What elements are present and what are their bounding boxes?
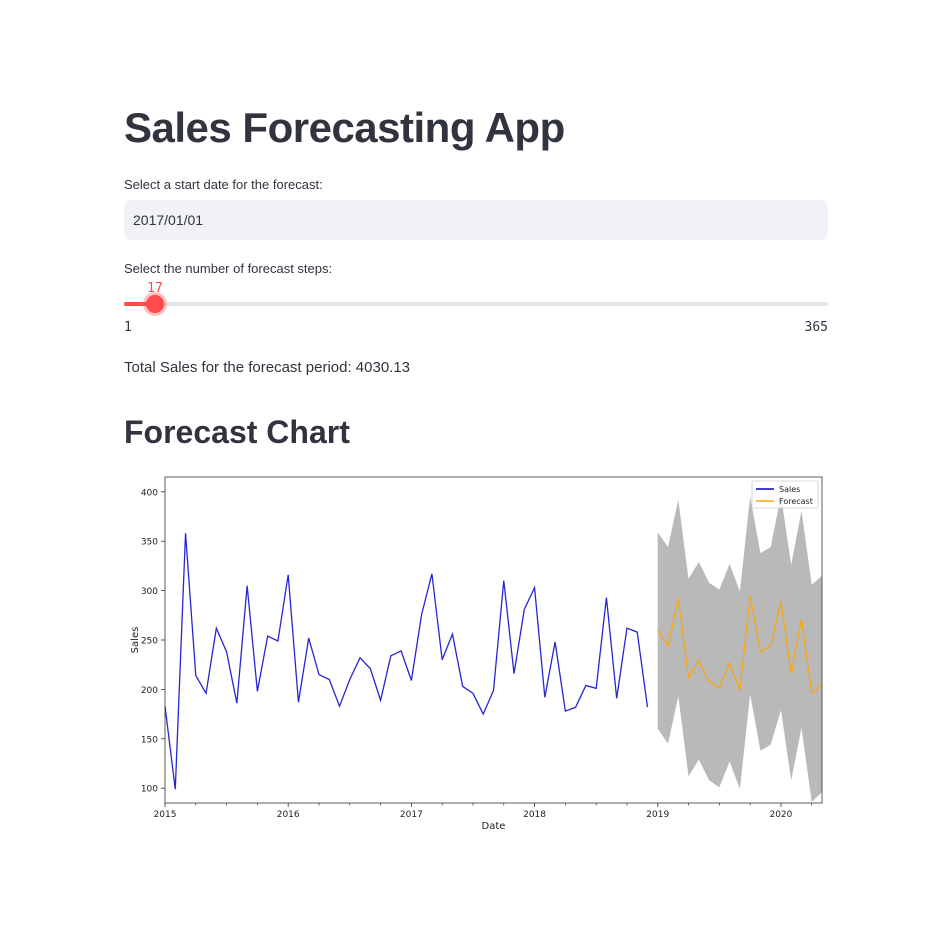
slider-thumb[interactable] — [145, 295, 164, 313]
chart-header: Forecast Chart — [124, 414, 350, 450]
slider-max-label: 365 — [804, 320, 828, 335]
series-line-sales — [164, 533, 649, 790]
slider-min-label: 1 — [124, 320, 132, 335]
y-tick-label: 200 — [141, 686, 158, 696]
legend-entry-sales: Sales — [779, 485, 800, 494]
y-tick-label: 250 — [141, 637, 158, 647]
forecast-chart-svg: 100 150 200 250 300 350 400 2015 2016 2017 2018 201… — [130, 476, 823, 832]
x-tick-label: 2019 — [646, 810, 669, 820]
y-tick-label: 400 — [141, 488, 158, 498]
page-title: Sales Forecasting App — [124, 104, 565, 151]
start-date-value: 2017/01/01 — [133, 212, 204, 228]
y-axis-label: Sales — [130, 627, 141, 654]
steps-slider-label: Select the number of forecast steps: — [124, 261, 333, 276]
legend-entry-forecast: Forecast — [779, 497, 813, 506]
x-tick-label: 2018 — [523, 810, 546, 820]
x-tick-label: 2017 — [400, 810, 423, 820]
y-tick-label: 300 — [141, 587, 158, 597]
confidence-interval-band — [657, 495, 822, 803]
y-tick-label: 100 — [141, 785, 158, 795]
y-tick-label: 150 — [141, 735, 158, 745]
x-tick-label: 2020 — [769, 810, 792, 820]
forecast-chart: 100 150 200 250 300 350 400 2015 2016 2017 2018 201… — [124, 470, 828, 840]
x-axis-label: Date — [482, 821, 506, 832]
x-tick-label: 2016 — [277, 810, 300, 820]
total-sales-text: Total Sales for the forecast period: 403… — [124, 359, 411, 376]
slider-current-value: 17 — [147, 281, 163, 296]
y-tick-label: 350 — [141, 538, 158, 548]
x-tick-label: 2015 — [154, 810, 177, 820]
start-date-input[interactable]: 2017/01/01 — [124, 200, 828, 240]
date-input-label: Select a start date for the forecast: — [124, 177, 323, 192]
forecast-steps-slider[interactable] — [124, 295, 828, 313]
